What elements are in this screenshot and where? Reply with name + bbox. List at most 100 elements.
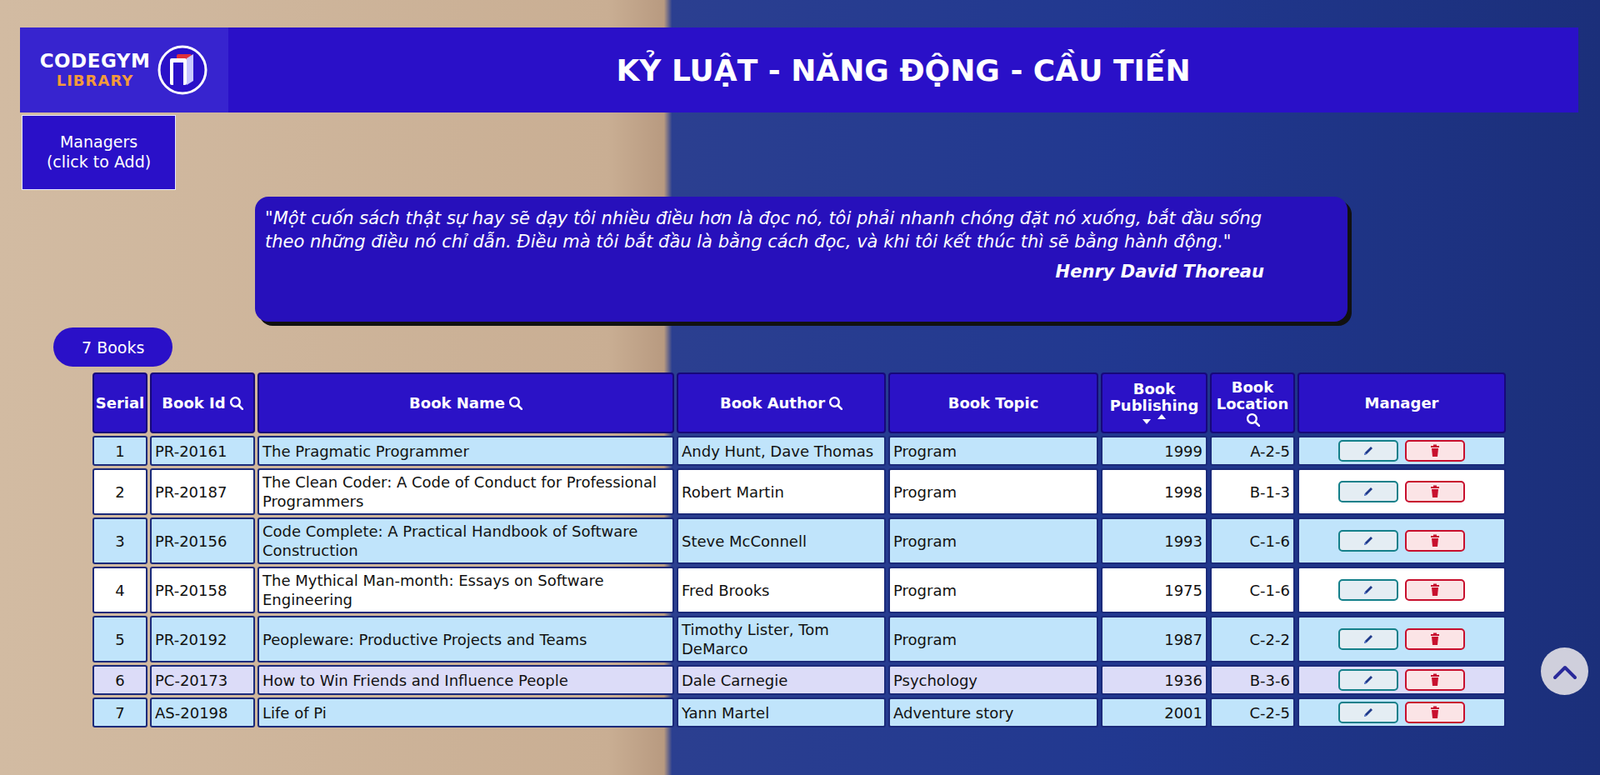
edit-button[interactable]: [1338, 628, 1399, 650]
edit-button[interactable]: [1338, 579, 1399, 601]
cell-text: 4: [115, 580, 125, 600]
table-cell: C-2-2: [1210, 615, 1295, 663]
column-label: Book Topic: [948, 395, 1040, 412]
actions-cell: [1297, 665, 1506, 695]
cell-text: 1987: [1164, 630, 1203, 650]
search-icon[interactable]: [508, 395, 523, 410]
cell-text: 7: [115, 703, 125, 723]
column-label: Book Location: [1212, 379, 1293, 413]
table-header-row: SerialBook Id Book Name Book Author Book To…: [92, 372, 1507, 434]
sort-icon[interactable]: [1139, 413, 1170, 425]
column-header[interactable]: Book Author: [676, 372, 886, 434]
edit-button[interactable]: [1338, 440, 1399, 462]
actions-cell: [1297, 697, 1506, 728]
trash-icon: [1428, 583, 1442, 597]
edit-button[interactable]: [1338, 701, 1399, 724]
cell-text: Psychology: [893, 670, 978, 690]
search-icon[interactable]: [828, 395, 843, 410]
delete-button[interactable]: [1405, 628, 1465, 650]
column-label: Book Name: [409, 395, 505, 412]
column-header[interactable]: Book Name: [257, 372, 675, 434]
column-header: Book Topic: [888, 372, 1099, 434]
column-header[interactable]: Book Publishing: [1100, 372, 1208, 434]
actions-cell: [1297, 517, 1506, 565]
books-table: SerialBook Id Book Name Book Author Book To…: [92, 372, 1507, 728]
cell-text: 1: [115, 441, 125, 461]
delete-button[interactable]: [1405, 669, 1465, 691]
delete-button[interactable]: [1405, 579, 1465, 601]
table-cell: The Pragmatic Programmer: [257, 435, 675, 466]
cell-text: Program: [893, 482, 957, 502]
table-cell: Program: [888, 517, 1099, 565]
table-cell: B-1-3: [1210, 468, 1295, 515]
table-row[interactable]: 6 PC-20173 How to Win Friends and Influenc…: [92, 665, 1507, 695]
search-icon[interactable]: [1245, 412, 1260, 427]
delete-button[interactable]: [1405, 480, 1465, 503]
edit-button[interactable]: [1338, 480, 1399, 503]
scroll-top-button[interactable]: [1540, 647, 1589, 695]
column-header: Serial: [92, 372, 148, 434]
cell-text: 1998: [1164, 482, 1203, 502]
table-cell: 1993: [1100, 517, 1208, 565]
logo[interactable]: CODEGYMLIBRARY: [20, 27, 229, 113]
table-cell: PR-20187: [150, 468, 255, 515]
table-row[interactable]: 2PR-20187The Clean Coder: A Code of Cond…: [92, 468, 1507, 515]
cell-text: 5: [115, 630, 125, 650]
table-cell: How to Win Friends and Influence People: [257, 665, 675, 695]
pencil-icon: [1361, 673, 1375, 687]
cell-text: Andy Hunt, Dave Thomas: [681, 441, 874, 461]
cell-text: C-1-6: [1250, 580, 1290, 600]
cell-text: Program: [893, 531, 957, 551]
table-cell: PR-20161: [150, 435, 255, 466]
cell-text: 1975: [1164, 580, 1203, 600]
table-cell: Peopleware: Productive Projects and Team…: [257, 615, 675, 663]
column-label: Manager: [1365, 395, 1440, 412]
managers-button[interactable]: Managers(click to Add): [21, 115, 176, 190]
delete-button[interactable]: [1405, 440, 1465, 462]
table-cell: Code Complete: A Practical Handbook of S…: [257, 517, 675, 565]
column-label: Book Author: [720, 395, 825, 412]
trash-icon: [1428, 632, 1442, 646]
cell-text: Robert Martin: [681, 482, 785, 502]
pencil-icon: [1361, 444, 1375, 458]
table-row[interactable]: 3PR-20156Code Complete: A Practical Hand…: [92, 517, 1507, 565]
cell-text: AS-20198: [155, 703, 229, 723]
table-cell: 1987: [1100, 615, 1208, 663]
cell-text: How to Win Friends and Influence People: [262, 670, 569, 690]
delete-button[interactable]: [1405, 530, 1465, 552]
header-bar: CODEGYMLIBRARYKỶ LUẬT - NĂNG ĐỘNG - CẦU …: [20, 27, 1579, 113]
trash-icon: [1428, 534, 1442, 548]
table-cell: Program: [888, 468, 1099, 515]
edit-button[interactable]: [1338, 530, 1399, 552]
cell-text: Code Complete: A Practical Handbook of S…: [262, 521, 670, 560]
table-cell: C-2-5: [1210, 697, 1295, 728]
delete-button[interactable]: [1405, 701, 1465, 724]
table-cell: 1975: [1100, 566, 1208, 614]
cell-text: Peopleware: Productive Projects and Team…: [262, 630, 587, 650]
column-header[interactable]: Book Id: [150, 372, 255, 434]
managers-hint: (click to Add): [46, 152, 151, 173]
cell-text: The Pragmatic Programmer: [262, 441, 470, 461]
table-row[interactable]: 4PR-20158The Mythical Man-month: Essays …: [92, 566, 1507, 614]
column-label: Book Publishing: [1103, 380, 1205, 415]
trash-icon: [1428, 705, 1442, 720]
cell-text: Program: [893, 630, 957, 650]
cell-text: PR-20192: [155, 630, 227, 650]
table-cell: Robert Martin: [676, 468, 886, 515]
cell-text: B-1-3: [1250, 482, 1290, 502]
column-header[interactable]: Book Location: [1210, 372, 1295, 434]
table-cell: 3: [92, 517, 148, 565]
table-cell: 6: [92, 665, 148, 695]
table-row[interactable]: 7AS-20198Life of PiYann MartelAdventure …: [92, 697, 1507, 728]
page-title: KỶ LUẬT - NĂNG ĐỘNG - CẦU TIẾN: [228, 27, 1579, 113]
cell-text: Timothy Lister, Tom DeMarco: [681, 620, 881, 659]
table-row[interactable]: 5 PR-20192 Peopleware: Productive Projects…: [92, 615, 1507, 663]
actions-cell: [1297, 435, 1506, 466]
cell-text: C-2-2: [1250, 630, 1290, 650]
edit-button[interactable]: [1338, 669, 1399, 691]
trash-icon: [1428, 485, 1442, 499]
table-row[interactable]: 1 PR-20161 The Pragmatic Programmer Andy Hu…: [92, 435, 1507, 466]
cell-text: PC-20173: [155, 670, 228, 690]
cell-text: The Clean Coder: A Code of Conduct for P…: [262, 472, 670, 511]
search-icon[interactable]: [229, 395, 244, 410]
